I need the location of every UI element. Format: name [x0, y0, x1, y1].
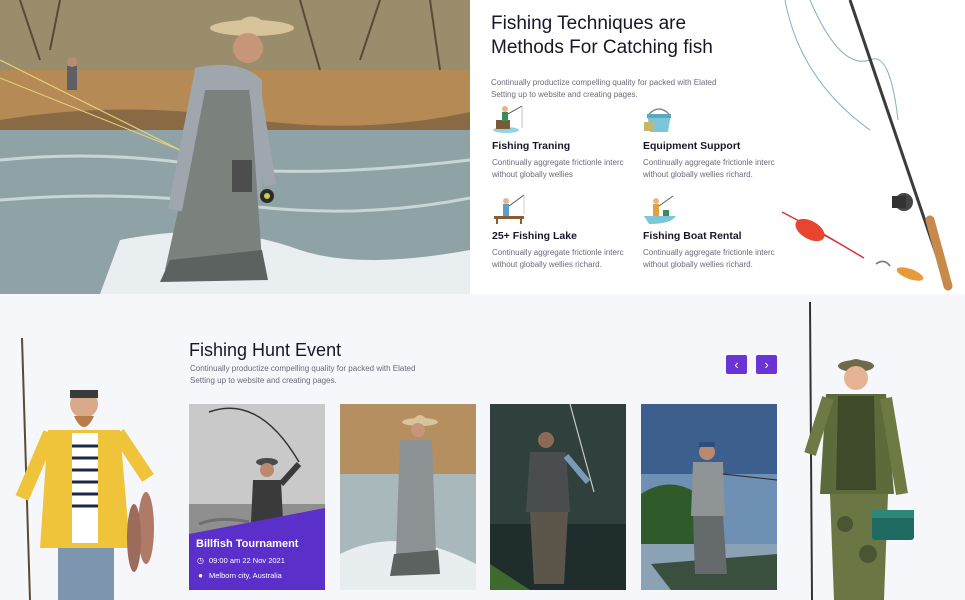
event-card-river-wading[interactable] — [340, 404, 476, 590]
fisherman-yellow-jacket-photo — [0, 337, 170, 600]
feature-fishing-lake: 25+ Fishing Lake Continually aggregate f… — [492, 194, 642, 271]
event-title: Fishing Hunt Event — [189, 340, 342, 360]
feature-description: Continually aggregate frictionle interc … — [492, 158, 624, 179]
techniques-title: Fishing Techniques are Methods For Catch… — [491, 13, 713, 58]
feature-title: Fishing Boat Rental — [643, 230, 742, 242]
event-section: Fishing Hunt Event Continually productiz… — [0, 294, 965, 600]
fisherman-sitting-icon — [492, 104, 526, 134]
feature-fishing-training: Fishing Traning Continually aggregate fr… — [492, 104, 642, 181]
location-pin-icon: ● — [198, 571, 203, 580]
techniques-content: Fishing Techniques are Methods For Catch… — [491, 12, 791, 101]
event-card-boat-fishing[interactable] — [641, 404, 777, 590]
fishing-rod-illustration — [780, 0, 965, 294]
event-location-text: Melborn city, Australia — [209, 571, 282, 580]
hero-fisherman-photo — [0, 0, 470, 294]
techniques-description: Continually productize compelling qualit… — [491, 78, 717, 99]
event-card-billfish[interactable]: Billfish Tournament ◷ 09:00 am 22 Nov 20… — [189, 404, 325, 590]
feature-description: Continually aggregate frictionle interc … — [643, 158, 775, 179]
event-card-time: ◷ 09:00 am 22 Nov 2021 — [196, 556, 285, 565]
event-time-text: 09:00 am 22 Nov 2021 — [209, 556, 285, 565]
feature-equipment-support: Equipment Support Continually aggregate … — [643, 104, 793, 181]
carousel-prev-button[interactable]: ‹ — [726, 355, 747, 374]
fishing-boat-icon — [643, 194, 677, 224]
fisherman-camo-photo — [790, 294, 965, 600]
clock-icon: ◷ — [197, 556, 204, 565]
feature-title: 25+ Fishing Lake — [492, 230, 577, 242]
bucket-icon — [643, 104, 677, 134]
event-card-dark-river[interactable] — [490, 404, 626, 590]
feature-boat-rental: Fishing Boat Rental Continually aggregat… — [643, 194, 793, 271]
feature-title: Equipment Support — [643, 140, 741, 152]
event-card-location: ● Melborn city, Australia — [196, 571, 282, 580]
feature-description: Continually aggregate frictionle interc … — [643, 248, 775, 269]
carousel-next-button[interactable]: › — [756, 355, 777, 374]
event-description: Continually productize compelling qualit… — [190, 364, 416, 385]
techniques-section: Fishing Techniques are Methods For Catch… — [0, 0, 965, 294]
feature-title: Fishing Traning — [492, 140, 571, 152]
event-card-title: Billfish Tournament — [196, 538, 299, 550]
event-card-overlay: Billfish Tournament ◷ 09:00 am 22 Nov 20… — [189, 508, 325, 590]
fishing-dock-icon — [492, 194, 526, 224]
feature-description: Continually aggregate frictionle interc … — [492, 248, 624, 269]
